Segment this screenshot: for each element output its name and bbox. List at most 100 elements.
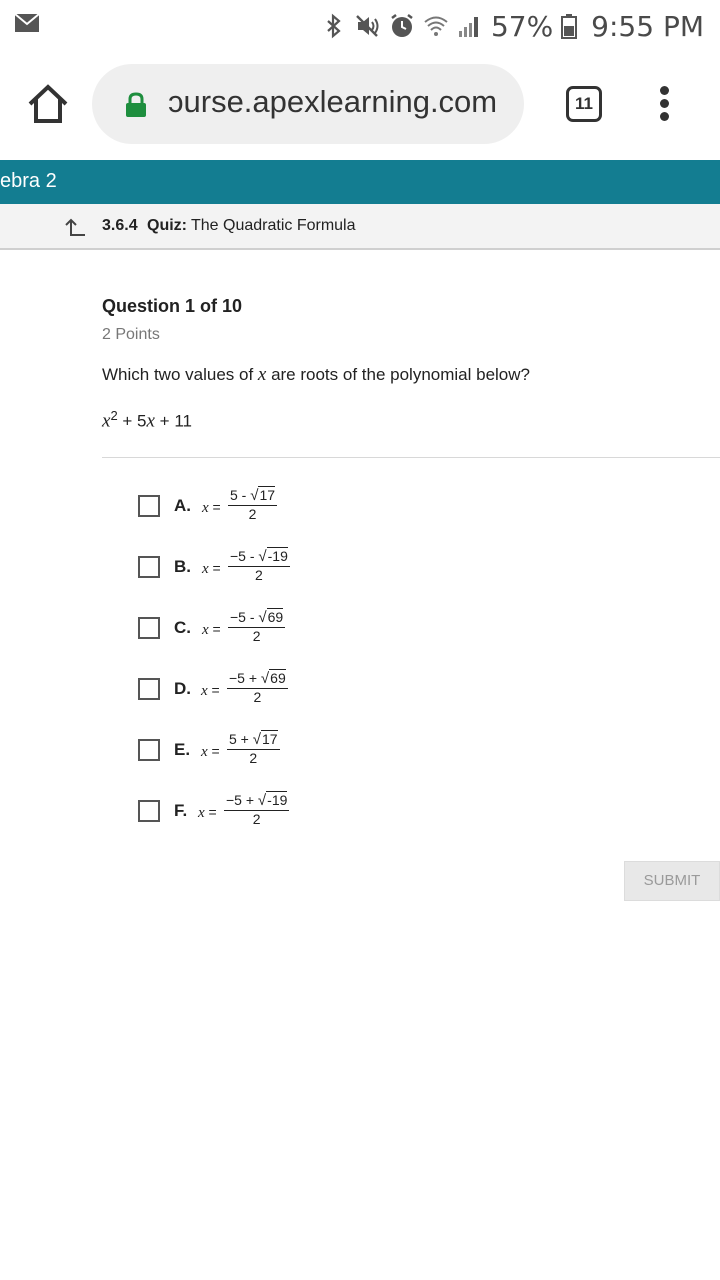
prompt-text-end: are roots of the polynomial below?	[266, 365, 530, 384]
checkbox[interactable]	[138, 739, 160, 761]
checkbox[interactable]	[138, 495, 160, 517]
battery-percent: 57%	[490, 9, 554, 43]
radicand: -19	[266, 791, 288, 808]
radical-sign: √	[252, 731, 261, 748]
equals-sign: =	[208, 560, 221, 576]
x-variable: x	[202, 622, 209, 638]
radicand: 17	[260, 730, 278, 747]
denominator: 2	[252, 811, 261, 827]
option-variable: x =	[201, 743, 220, 761]
battery-icon	[561, 13, 578, 39]
denominator: 2	[252, 628, 261, 644]
answer-option[interactable]: D. x = −5 + √69 2	[138, 669, 438, 710]
radical-sign: √	[258, 548, 267, 565]
equals-sign: =	[207, 682, 220, 698]
numerator: 5 - √17	[228, 486, 278, 506]
signal-icon	[457, 13, 483, 39]
mail-icon	[14, 12, 40, 34]
numerator-lead: −5 +	[229, 670, 261, 686]
x-variable: x	[198, 805, 205, 821]
option-letter: A.	[174, 496, 191, 515]
equals-sign: =	[208, 499, 221, 515]
checkbox[interactable]	[138, 617, 160, 639]
checkbox[interactable]	[138, 556, 160, 578]
option-variable: x =	[202, 560, 221, 578]
x-variable: x	[201, 744, 208, 760]
radicand: 69	[269, 669, 286, 686]
x-variable: x	[202, 561, 209, 577]
equals-sign: =	[204, 804, 217, 820]
numerator: −5 + √-19	[224, 791, 290, 811]
fraction: −5 + √69 2	[227, 669, 288, 706]
checkbox[interactable]	[138, 800, 160, 822]
poly-constant: + 11	[154, 411, 192, 431]
numerator-lead: 5 -	[230, 487, 251, 503]
option-letter: C.	[174, 618, 191, 637]
mute-icon	[355, 13, 381, 39]
alarm-icon	[389, 13, 415, 39]
radicand: 69	[266, 608, 284, 625]
wifi-icon	[423, 13, 449, 39]
numerator-lead: 5 +	[229, 731, 253, 747]
quiz-name: The Quadratic Formula	[191, 217, 356, 234]
address-bar[interactable]: ɔurse.apexlearning.com	[92, 64, 524, 144]
answer-option[interactable]: C. x = −5 - √69 2	[138, 608, 438, 649]
course-header: ebra 2	[0, 160, 720, 204]
radical-sign: √	[257, 792, 267, 809]
fraction: −5 + √-19 2	[224, 791, 290, 828]
fraction: 5 - √17 2	[228, 486, 278, 523]
numerator-lead: −5 +	[226, 792, 258, 808]
browser-toolbar: ɔurse.apexlearning.com 11	[0, 50, 720, 160]
fraction: 5 + √17 2	[227, 730, 280, 767]
option-letter: D.	[174, 679, 191, 698]
option-letter: F.	[174, 801, 188, 820]
quiz-label: Quiz:	[147, 217, 187, 234]
radical-sign: √	[260, 670, 270, 687]
poly-exponent: 2	[110, 408, 118, 423]
back-arrow-icon[interactable]	[64, 218, 86, 238]
denominator: 2	[249, 750, 258, 766]
option-variable: x =	[202, 621, 221, 639]
denominator: 2	[255, 567, 263, 583]
question-prompt: Which two values of x are roots of the p…	[102, 364, 530, 386]
numerator: −5 - √-19	[228, 547, 290, 567]
radicand: 17	[258, 486, 276, 503]
option-variable: x =	[202, 499, 221, 517]
answer-option[interactable]: A. x = 5 - √17 2	[138, 486, 438, 527]
checkbox[interactable]	[138, 678, 160, 700]
home-icon[interactable]	[26, 82, 70, 126]
option-letter: B.	[174, 557, 191, 576]
tab-switcher-button[interactable]: 11	[566, 86, 602, 122]
x-variable: x	[201, 683, 208, 699]
numerator-lead: −5 -	[230, 609, 259, 625]
question-points: 2 Points	[102, 326, 160, 343]
option-letter: E.	[174, 740, 191, 759]
answer-option[interactable]: B. x = −5 - √-19 2	[138, 547, 438, 588]
answer-option[interactable]: F. x = −5 + √-19 2	[138, 791, 438, 832]
option-variable: x =	[201, 682, 220, 700]
numerator: −5 - √69	[228, 608, 286, 628]
status-time: 9:55 PM	[591, 9, 704, 43]
overflow-menu-icon[interactable]	[656, 86, 672, 126]
equals-sign: =	[207, 743, 220, 759]
numerator-lead: −5 -	[230, 548, 259, 564]
quiz-number: 3.6.4	[102, 217, 138, 234]
submit-button[interactable]: SUBMIT	[624, 861, 720, 901]
status-bar: 57% 9:55 PM	[0, 0, 720, 50]
denominator: 2	[253, 689, 262, 705]
answer-option[interactable]: E. x = 5 + √17 2	[138, 730, 438, 771]
radical-sign: √	[258, 609, 267, 626]
numerator: −5 + √69	[227, 669, 288, 689]
quiz-breadcrumb: 3.6.4 Quiz: The Quadratic Formula	[0, 204, 720, 250]
equals-sign: =	[208, 621, 221, 637]
url-text: ɔurse.apexlearning.com	[168, 84, 498, 119]
x-variable: x	[202, 500, 209, 516]
question-polynomial: x2 + 5x + 11	[102, 408, 192, 433]
fraction: −5 - √-19 2	[228, 547, 290, 584]
denominator: 2	[248, 506, 257, 522]
lock-icon	[124, 92, 148, 118]
question-heading: Question 1 of 10	[102, 296, 243, 316]
option-variable: x =	[198, 804, 217, 822]
numerator: 5 + √17	[227, 730, 280, 750]
fraction: −5 - √69 2	[228, 608, 286, 645]
